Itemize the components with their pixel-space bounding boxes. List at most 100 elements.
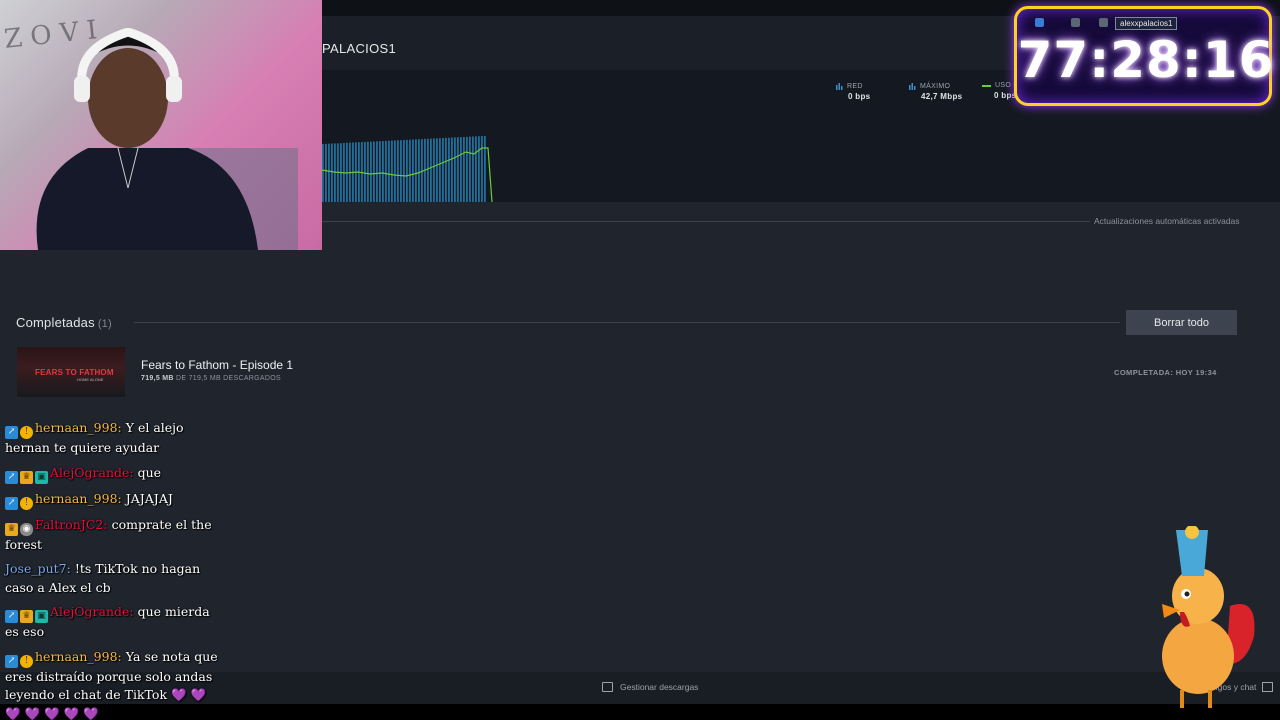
chat-username: AlejOgrande: [50, 464, 134, 480]
section-count: (1) [97, 318, 112, 330]
graph-bar [373, 141, 375, 202]
graph-bar [415, 139, 417, 202]
graph-bar [484, 136, 486, 202]
stat-label: RED [847, 82, 863, 90]
graph-bar [388, 140, 390, 202]
completed-section-title: Completadas (1) [16, 315, 112, 330]
graph-bar [382, 141, 384, 202]
chat-message: Jose_put7: !ts TikTok no hagan caso a Al… [5, 560, 220, 597]
graph-bar [466, 136, 468, 202]
graph-bar [433, 138, 435, 202]
crown-badge-icon: ♛ [20, 470, 33, 484]
graph-bar [391, 140, 393, 202]
thumbnail-title: FEARS TO FATHOM [35, 368, 114, 377]
graph-bar [379, 141, 381, 202]
size-done: 719,5 MB [141, 375, 174, 382]
timer-value: 77:28:16 [1017, 31, 1275, 89]
manage-downloads-button[interactable]: Gestionar descargas [602, 682, 698, 692]
chat-username: hernaan_998: [35, 490, 122, 506]
graph-bar [451, 137, 453, 202]
graph-bar [442, 138, 444, 202]
gold-badge-icon: ! [20, 496, 33, 510]
graph-bar [448, 137, 450, 202]
blue-badge-icon: ↗ [5, 496, 18, 510]
blue-badge-icon: ↗ [5, 470, 18, 484]
graph-bar [385, 140, 387, 202]
stream-timer: alexxpalacios1 77:28:16 [1014, 6, 1275, 106]
graph-bar [376, 141, 378, 202]
divider [322, 221, 1090, 222]
manage-downloads-label: Gestionar descargas [620, 682, 699, 692]
chat-username: hernaan_998: [35, 420, 122, 435]
blue-badge-icon: ↗ [5, 426, 18, 439]
gray-badge-icon: ◉ [20, 522, 33, 536]
graph-bar [436, 138, 438, 202]
thumbnail-subtitle: HOME ALONE [77, 377, 104, 382]
gold-badge-icon: ! [20, 426, 33, 439]
divider [134, 322, 1120, 323]
stat-label: MÁXIMO [920, 82, 951, 90]
game-thumbnail[interactable]: FEARS TO FATHOM HOME ALONE [17, 347, 125, 397]
graph-bar [394, 140, 396, 202]
graph-bar [403, 139, 405, 202]
chat-message: ↗! hernaan_998: JAJAJAJ [5, 490, 220, 510]
gold-badge-icon: ! [20, 654, 33, 668]
graph-bar [475, 136, 477, 202]
graph-bars [322, 136, 486, 202]
graph-bar [454, 137, 456, 202]
completion-status: COMPLETADA: HOY 19:34 [1114, 368, 1217, 377]
chat-username: FaltronJC2: [35, 516, 108, 532]
help-icon [1099, 18, 1108, 27]
blue-badge-icon: ↗ [5, 610, 18, 623]
chat-icon [1262, 682, 1274, 692]
clear-all-button[interactable]: Borrar todo [1126, 310, 1237, 335]
graph-bar [418, 139, 420, 202]
graph-bar [412, 139, 414, 202]
teal-badge-icon: ▣ [35, 470, 48, 484]
chat-message: ↗! hernaan_998: Ya se nota que eres distr… [5, 648, 220, 720]
chat-username: AlejOgrande: [50, 604, 134, 619]
graph-bar [463, 136, 465, 202]
graph-bar [439, 138, 441, 202]
graph-bar [328, 143, 330, 202]
game-title[interactable]: Fears to Fathom - Episode 1 [141, 358, 293, 372]
chat-message: ♛ ◉ FaltronJC2: comprate el the forest [5, 516, 220, 555]
graph-bar [370, 141, 372, 202]
chat-username: Jose_put7: [5, 561, 71, 576]
chat-username: hernaan_998: [35, 648, 122, 664]
webcam-overlay: Z O V I [0, 0, 322, 250]
chat-overlay: ↗! hernaan_998: Y el alejo hernan te quie… [5, 419, 220, 720]
chat-text: que [137, 464, 162, 480]
graph-bar [397, 140, 399, 202]
graph-bar [460, 137, 462, 202]
graph-bar [481, 136, 483, 202]
graph-bar [367, 141, 369, 202]
graph-bar [331, 143, 333, 202]
stat-value: 42,7 Mbps [921, 92, 963, 101]
chicken-mascot [1162, 526, 1255, 708]
account-name[interactable]: PALACIOS1 [322, 41, 396, 56]
stat-peak: MÁXIMO 42,7 Mbps [909, 82, 962, 101]
teal-badge-icon: ▣ [35, 610, 48, 623]
download-size: 719,5 MB DE 719,5 MB DESCARGADOS [141, 375, 281, 382]
megaphone-icon [1035, 18, 1044, 27]
chat-message: ↗ ♛ ▣ AlejOgrande: que mierda es eso [5, 603, 220, 642]
graph-bar [478, 136, 480, 202]
blue-badge-icon: ↗ [5, 654, 18, 668]
graph-bar [400, 140, 402, 202]
chat-message: ↗ ♛ ▣ AlejOgrande: que [5, 464, 220, 484]
graph-bar [409, 139, 411, 202]
streamer-figure [36, 28, 298, 250]
chat-text: JAJAJAJ [125, 490, 173, 506]
auto-updates-status: Actualizaciones automáticas activadas [1094, 216, 1240, 226]
crown-badge-icon: ♛ [5, 522, 18, 536]
size-rest: DE 719,5 MB DESCARGADOS [176, 375, 281, 382]
graph-bar [322, 144, 324, 202]
timer-account: alexxpalacios1 [1115, 17, 1178, 30]
download-icon [602, 682, 613, 692]
graph-bar [469, 136, 471, 202]
stat-network: RED 0 bps [836, 82, 870, 101]
crown-badge-icon: ♛ [20, 610, 33, 623]
chat-message: ↗! hernaan_998: Y el alejo hernan te quie… [5, 419, 220, 458]
bars-icon [909, 83, 916, 90]
